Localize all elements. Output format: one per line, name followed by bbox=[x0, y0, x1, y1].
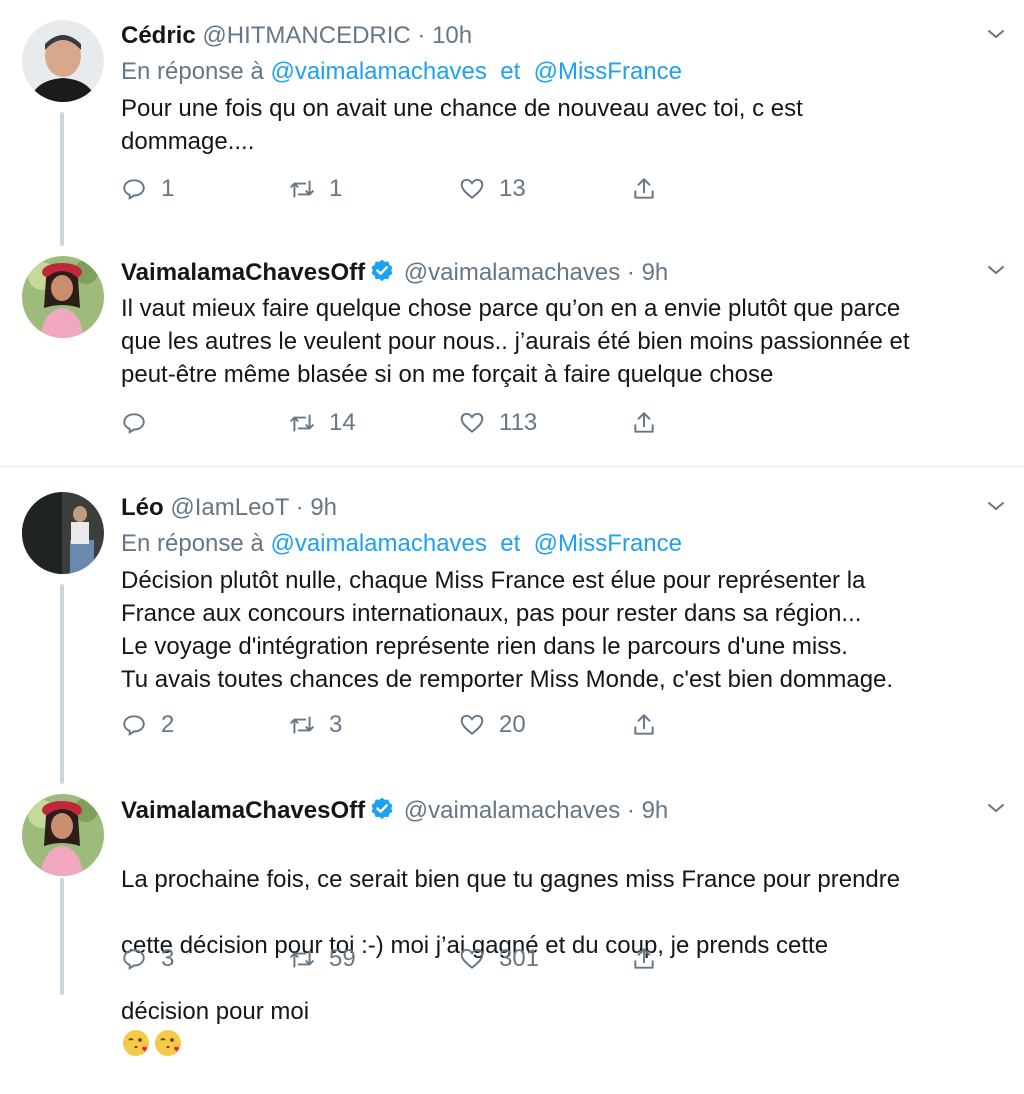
chevron-down-icon[interactable] bbox=[984, 258, 1008, 282]
like-count: 20 bbox=[499, 711, 526, 738]
tweet-text: Pour une fois qu on avait une chance de … bbox=[121, 95, 803, 155]
timestamp[interactable]: · 10h bbox=[417, 22, 472, 49]
timestamp[interactable]: · 9h bbox=[296, 494, 337, 521]
like-button[interactable]: 113 bbox=[459, 408, 537, 438]
reply-icon bbox=[123, 413, 145, 434]
chevron-down-icon[interactable] bbox=[984, 796, 1008, 820]
reply-count: 2 bbox=[161, 711, 175, 738]
tweet-actions: 3 59 301 bbox=[121, 944, 681, 974]
tweet-text: Il vaut mieux faire quelque chose parce … bbox=[121, 295, 910, 388]
share-icon bbox=[634, 948, 654, 969]
tweet-actions: 1 1 13 bbox=[121, 174, 681, 204]
share-icon bbox=[634, 412, 654, 433]
tweet-text-line: La prochaine fois, ce serait bien que tu… bbox=[121, 866, 901, 893]
reply-button[interactable]: 3 bbox=[121, 944, 174, 974]
mention-link[interactable]: @vaimalamachaves bbox=[270, 530, 486, 557]
tweet-actions: 2 3 20 bbox=[121, 710, 681, 740]
tweet-text-line: décision pour moi bbox=[121, 995, 1001, 1061]
mention-link[interactable]: @vaimalamachaves bbox=[270, 58, 486, 85]
tweet[interactable]: VaimalamaChavesOff @vaimalamachaves · 9h… bbox=[0, 794, 1024, 1056]
mention-link[interactable]: @MissFrance bbox=[534, 58, 682, 85]
reply-and: et bbox=[500, 530, 521, 557]
verified-badge-icon bbox=[369, 258, 395, 291]
like-count: 301 bbox=[499, 945, 540, 972]
reply-button[interactable]: 1 bbox=[121, 174, 174, 204]
thread-divider bbox=[0, 466, 1024, 467]
user-handle[interactable]: @vaimalamachaves bbox=[404, 797, 620, 824]
tweet-header: VaimalamaChavesOff @vaimalamachaves · 9h bbox=[121, 258, 668, 291]
avatar[interactable] bbox=[22, 20, 104, 102]
face-blowing-kiss-emoji bbox=[153, 1028, 183, 1058]
reply-context: En réponse à @vaimalamachaves et @MissFr… bbox=[121, 58, 682, 86]
face-blowing-kiss-emoji bbox=[121, 1028, 151, 1058]
reply-prefix: En réponse à bbox=[121, 530, 264, 557]
share-icon bbox=[634, 714, 654, 735]
tweet[interactable]: VaimalamaChavesOff @vaimalamachaves · 9h… bbox=[0, 256, 1024, 456]
tweet[interactable]: Cédric @HITMANCEDRIC · 10h En réponse à … bbox=[0, 20, 1024, 220]
like-button[interactable]: 13 bbox=[459, 174, 526, 204]
retweet-button[interactable]: 14 bbox=[289, 408, 356, 438]
share-button[interactable] bbox=[631, 710, 657, 740]
display-name[interactable]: Cédric bbox=[121, 22, 196, 49]
user-handle[interactable]: @IamLeoT bbox=[170, 494, 289, 521]
share-button[interactable] bbox=[631, 944, 657, 974]
reply-icon bbox=[123, 949, 145, 970]
timestamp[interactable]: · 9h bbox=[627, 259, 668, 286]
tweet-actions: 14 113 bbox=[121, 408, 681, 438]
user-handle[interactable]: @HITMANCEDRIC bbox=[202, 22, 410, 49]
reply-button[interactable]: 2 bbox=[121, 710, 174, 740]
like-count: 113 bbox=[499, 409, 538, 436]
retweet-icon bbox=[290, 414, 314, 432]
reply-context: En réponse à @vaimalamachaves et @MissFr… bbox=[121, 530, 682, 558]
retweet-icon bbox=[290, 950, 314, 968]
mention-link[interactable]: @MissFrance bbox=[534, 530, 682, 557]
retweet-count: 59 bbox=[329, 945, 356, 972]
avatar[interactable] bbox=[22, 794, 104, 876]
reply-prefix: En réponse à bbox=[121, 58, 264, 85]
reply-and: et bbox=[500, 58, 521, 85]
tweet-text: Décision plutôt nulle, chaque Miss Franc… bbox=[121, 567, 894, 693]
heart-icon bbox=[460, 714, 484, 735]
tweet-header: Cédric @HITMANCEDRIC · 10h bbox=[121, 22, 472, 50]
chevron-down-icon[interactable] bbox=[984, 22, 1008, 46]
retweet-button[interactable]: 59 bbox=[289, 944, 356, 974]
retweet-count: 1 bbox=[329, 175, 343, 202]
reply-icon bbox=[123, 179, 145, 200]
tweet-header: VaimalamaChavesOff @vaimalamachaves · 9h bbox=[121, 796, 668, 829]
like-button[interactable]: 20 bbox=[459, 710, 526, 740]
timestamp[interactable]: · 9h bbox=[627, 797, 668, 824]
display-name[interactable]: VaimalamaChavesOff bbox=[121, 797, 365, 824]
avatar[interactable] bbox=[22, 492, 104, 574]
tweet[interactable]: Léo @IamLeoT · 9h En réponse à @vaimalam… bbox=[0, 492, 1024, 752]
heart-icon bbox=[460, 178, 484, 199]
avatar[interactable] bbox=[22, 256, 104, 338]
user-handle[interactable]: @vaimalamachaves bbox=[404, 259, 620, 286]
tweet-text-fragment: décision pour moi bbox=[121, 998, 310, 1025]
reply-icon bbox=[123, 715, 145, 736]
share-button[interactable] bbox=[631, 408, 657, 438]
like-count: 13 bbox=[499, 175, 526, 202]
reply-count: 1 bbox=[161, 175, 175, 202]
retweet-icon bbox=[290, 180, 314, 198]
retweet-button[interactable]: 1 bbox=[289, 174, 342, 204]
reply-button[interactable] bbox=[121, 408, 161, 438]
like-button[interactable]: 301 bbox=[459, 944, 539, 974]
retweet-count: 14 bbox=[329, 409, 356, 436]
reply-count: 3 bbox=[161, 945, 175, 972]
display-name[interactable]: VaimalamaChavesOff bbox=[121, 259, 365, 286]
heart-icon bbox=[460, 412, 484, 433]
display-name[interactable]: Léo bbox=[121, 494, 164, 521]
chevron-down-icon[interactable] bbox=[984, 494, 1008, 518]
tweet-header: Léo @IamLeoT · 9h bbox=[121, 494, 337, 522]
retweet-count: 3 bbox=[329, 711, 343, 738]
verified-badge-icon bbox=[369, 796, 395, 829]
heart-icon bbox=[460, 948, 484, 969]
share-icon bbox=[634, 178, 654, 199]
share-button[interactable] bbox=[631, 174, 657, 204]
retweet-icon bbox=[290, 716, 314, 734]
retweet-button[interactable]: 3 bbox=[289, 710, 342, 740]
